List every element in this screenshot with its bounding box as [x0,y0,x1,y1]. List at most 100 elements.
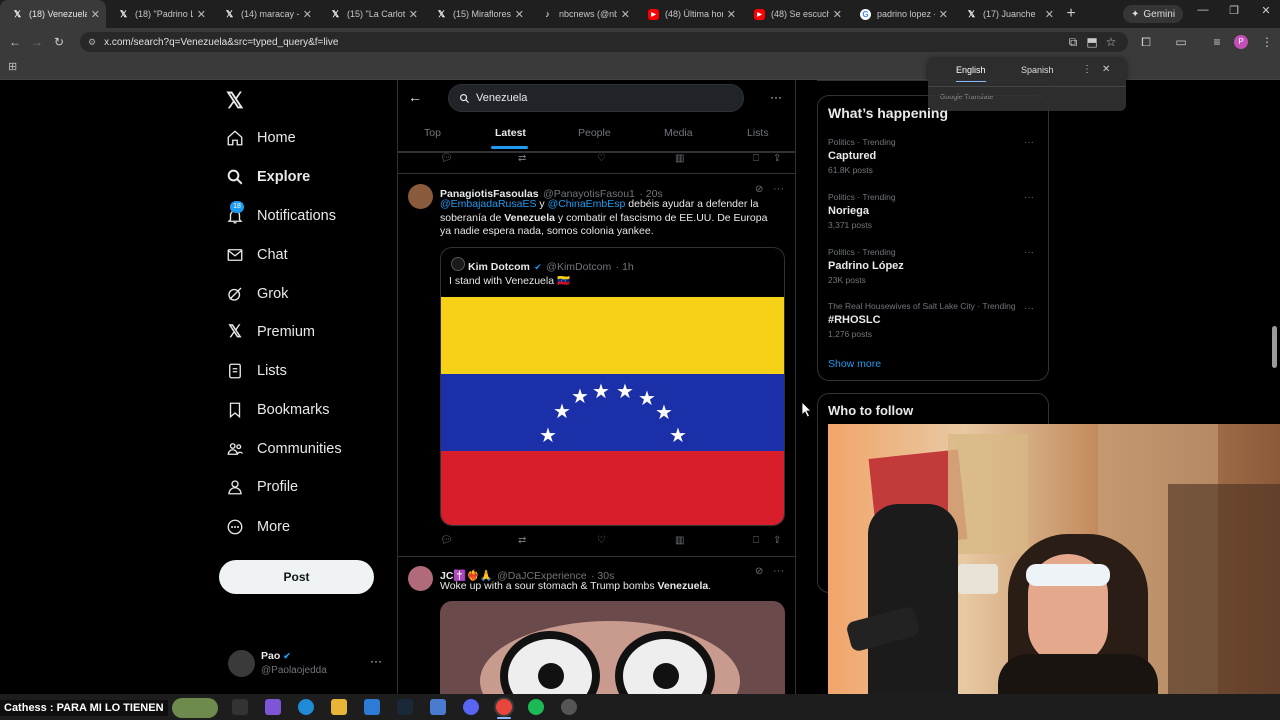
search-options-icon[interactable]: ··· [770,90,782,104]
address-bar[interactable]: ⚙ x.com/search?q=Venezuela&src=typed_que… [80,32,1128,52]
browser-tab[interactable]: 𝕏(15) "La Carlota"...✕ [318,0,424,28]
browser-tab[interactable]: ▶(48) Se escuchan...✕ [742,0,848,28]
trend-item[interactable]: The Real Housewives of Salt Lake City · … [818,298,1048,350]
nav-explore[interactable]: Explore [226,168,310,186]
retweet-icon[interactable]: ⇄ [518,535,526,546]
browser-tab[interactable]: 𝕏(15) Miraflores -...✕ [424,0,530,28]
file-explorer-icon[interactable] [331,699,347,715]
nav-bookmarks[interactable]: Bookmarks [226,401,330,419]
edge-icon[interactable] [298,699,314,715]
close-tab-icon[interactable]: ✕ [621,8,630,21]
tab-lists[interactable]: Lists [747,127,769,139]
maximize-icon[interactable]: ❐ [1224,4,1244,17]
app-icon[interactable] [561,699,577,715]
mention[interactable]: @ChinaEmbEsp [548,198,626,210]
forward-arrow-icon[interactable]: → [26,31,48,53]
back-arrow-icon[interactable]: ← [4,31,26,53]
discord-icon[interactable] [463,699,479,715]
kebab-menu-icon[interactable]: ⋮ [1082,64,1092,75]
copilot-icon[interactable] [265,699,281,715]
trend-item[interactable]: Politics · Trending Padrino López 23K po… [818,244,1048,296]
quote-tweet-card[interactable]: Kim Dotcom ✔ @KimDotcom · 1h I stand wit… [440,247,785,526]
page-scrollbar[interactable] [1272,326,1277,368]
avatar[interactable] [408,184,433,209]
nav-notifications[interactable]: 18 Notifications [226,201,336,225]
tab-people[interactable]: People [578,127,611,139]
minimize-icon[interactable]: — [1193,4,1213,16]
browser-tab[interactable]: 𝕏 (17) Juanche ✕ [954,0,1060,28]
reply-icon[interactable]: 💬︎ [440,535,453,546]
browser-tab[interactable]: Gpadrino lopez - ...✕ [848,0,954,28]
browser-menu-icon[interactable]: ⋮ [1256,31,1278,53]
nav-more[interactable]: More [226,518,290,536]
task-view-icon[interactable] [232,699,248,715]
post-button[interactable]: Post [219,560,374,594]
nav-lists[interactable]: Lists [226,362,287,380]
star-icon[interactable]: ☆ [1100,31,1122,53]
split-view-icon[interactable]: ▭ [1170,31,1192,53]
close-tab-icon[interactable]: ✕ [197,8,206,21]
extensions-icon[interactable]: ⧠ [1135,31,1157,53]
site-info-icon[interactable]: ⚙ [88,37,96,48]
close-tab-icon[interactable]: ✕ [409,8,418,21]
ellipsis-icon[interactable]: ··· [773,565,784,577]
reply-icon[interactable]: 💬︎ [440,153,453,164]
bookmark-icon[interactable]: ⎕ [753,535,759,546]
views-icon[interactable]: ▥ [675,535,684,546]
store-icon[interactable] [364,699,380,715]
grok-icon[interactable]: ⊘ [755,566,763,577]
mention[interactable]: @EmbajadaRusaES [440,198,536,210]
reload-icon[interactable]: ↻ [48,31,70,53]
translate-spanish-tab[interactable]: Spanish [1021,65,1054,75]
account-switcher[interactable]: Pao ✔ @Paolaojedda ··· [226,646,386,682]
close-tab-icon[interactable]: ✕ [727,8,736,21]
browser-tab[interactable]: ▶(48) Última hora...✕ [636,0,742,28]
profile-avatar[interactable]: P [1234,35,1248,49]
tab-media[interactable]: Media [664,127,693,139]
nav-grok[interactable]: Grok [226,285,288,303]
ellipsis-icon[interactable]: ··· [1024,247,1034,258]
nav-communities[interactable]: Communities [226,440,342,458]
retweet-icon[interactable]: ⇄ [518,153,526,164]
spotify-icon[interactable] [528,699,544,715]
like-icon[interactable]: ♡ [597,535,606,546]
share-icon[interactable]: ⇪ [773,153,781,164]
close-tab-icon[interactable]: ✕ [515,8,524,21]
ellipsis-icon[interactable]: ··· [1024,303,1034,314]
window-close-icon[interactable]: ✕ [1256,4,1276,17]
steam-icon[interactable] [397,699,413,715]
nav-chat[interactable]: Chat [226,246,288,264]
x-logo-icon[interactable]: 𝕏 [226,88,244,114]
close-tab-icon[interactable]: ✕ [303,8,312,21]
bookmark-icon[interactable]: ⎕ [753,153,759,164]
like-icon[interactable]: ♡ [597,153,606,164]
apps-grid-icon[interactable]: ⊞ [8,60,17,73]
tab-top[interactable]: Top [424,127,441,139]
browser-tab[interactable]: 𝕏 (18) Venezuela ✕ [0,0,106,28]
tab-latest[interactable]: Latest [495,127,526,139]
close-tab-icon[interactable]: ✕ [91,8,100,21]
close-tab-icon[interactable]: ✕ [939,8,948,21]
grok-icon[interactable]: ⊘ [755,184,763,195]
search-input[interactable]: Venezuela [448,84,744,112]
trend-item[interactable]: Politics · Trending Noriega 3,371 posts … [818,189,1048,241]
close-tab-icon[interactable]: ✕ [1045,8,1054,21]
ellipsis-icon[interactable]: ··· [1024,137,1034,148]
views-icon[interactable]: ▥ [675,153,684,164]
back-arrow-icon[interactable]: ← [408,89,422,105]
browser-tab[interactable]: 𝕏(18) "Padrino Ló...✕ [106,0,212,28]
share-icon[interactable]: ⇪ [773,535,781,546]
ellipsis-icon[interactable]: ··· [370,654,382,668]
browser-tab[interactable]: 𝕏(14) maracay - S...✕ [212,0,318,28]
show-more-link[interactable]: Show more [828,358,881,370]
ellipsis-icon[interactable]: ··· [773,183,784,195]
chrome-icon[interactable] [496,699,512,715]
venezuela-flag-image[interactable]: ★ ★ ★ ★ ★ ★ ★ ★ [441,297,784,525]
nav-profile[interactable]: Profile [226,478,298,496]
avatar[interactable] [408,566,433,591]
close-tab-icon[interactable]: ✕ [833,8,842,21]
trend-item[interactable]: Politics · Trending Captured 61.8K posts… [818,134,1048,186]
nav-premium[interactable]: 𝕏 Premium [226,322,315,341]
ellipsis-icon[interactable]: ··· [1024,192,1034,203]
tweet-media-image[interactable] [440,601,785,694]
